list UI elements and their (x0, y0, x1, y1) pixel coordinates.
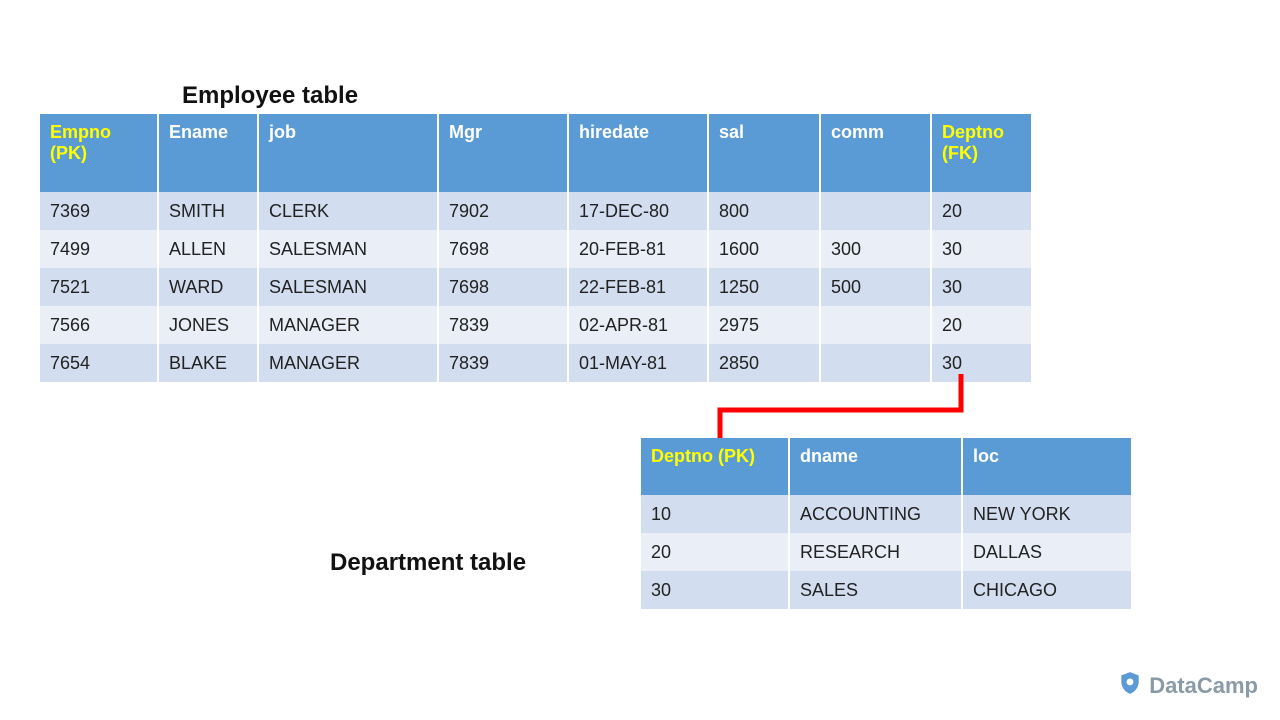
col-ename: Ename (158, 114, 258, 192)
table-cell: DALLAS (962, 533, 1131, 571)
table-cell: 02-APR-81 (568, 306, 708, 344)
table-cell: MANAGER (258, 344, 438, 382)
table-row: 7521WARDSALESMAN769822-FEB-81125050030 (40, 268, 1031, 306)
col-deptno: Deptno (FK) (931, 114, 1031, 192)
brand-text: DataCamp (1149, 673, 1258, 699)
datacamp-logo: DataCamp (1117, 670, 1258, 702)
table-cell: SALES (789, 571, 962, 609)
col-hiredate: hiredate (568, 114, 708, 192)
col-sal: sal (708, 114, 820, 192)
department-table-body: 10ACCOUNTINGNEW YORK20RESEARCHDALLAS30SA… (641, 495, 1131, 609)
table-cell: 300 (820, 230, 931, 268)
table-cell: 20 (641, 533, 789, 571)
table-cell: CHICAGO (962, 571, 1131, 609)
table-cell: 10 (641, 495, 789, 533)
department-table-title: Department table (330, 549, 526, 577)
employee-table-title: Employee table (182, 82, 358, 110)
table-cell: MANAGER (258, 306, 438, 344)
table-cell: SALESMAN (258, 230, 438, 268)
table-cell: 20 (931, 306, 1031, 344)
table-cell (820, 344, 931, 382)
table-cell: 7698 (438, 268, 568, 306)
table-cell: JONES (158, 306, 258, 344)
table-row: 7499ALLENSALESMAN769820-FEB-81160030030 (40, 230, 1031, 268)
table-cell (820, 192, 931, 230)
table-cell: 20 (931, 192, 1031, 230)
table-row: 30SALESCHICAGO (641, 571, 1131, 609)
col-deptno-pk: Deptno (PK) (641, 438, 789, 495)
table-cell: 7521 (40, 268, 158, 306)
table-cell: 7839 (438, 344, 568, 382)
table-cell: SALESMAN (258, 268, 438, 306)
table-cell: WARD (158, 268, 258, 306)
table-cell: 01-MAY-81 (568, 344, 708, 382)
table-cell: 22-FEB-81 (568, 268, 708, 306)
table-cell: 7499 (40, 230, 158, 268)
table-cell: 2850 (708, 344, 820, 382)
employee-table-body: 7369SMITHCLERK790217-DEC-80800207499ALLE… (40, 192, 1031, 382)
table-row: 7566JONESMANAGER783902-APR-812975 20 (40, 306, 1031, 344)
table-cell: 30 (931, 230, 1031, 268)
col-loc: loc (962, 438, 1131, 495)
table-cell: NEW YORK (962, 495, 1131, 533)
department-header-row: Deptno (PK) dname loc (641, 438, 1131, 495)
table-cell: 7902 (438, 192, 568, 230)
table-cell: CLERK (258, 192, 438, 230)
table-cell: 30 (641, 571, 789, 609)
shield-icon (1117, 670, 1143, 702)
col-mgr: Mgr (438, 114, 568, 192)
table-row: 10ACCOUNTINGNEW YORK (641, 495, 1131, 533)
table-cell: ALLEN (158, 230, 258, 268)
table-cell: 7839 (438, 306, 568, 344)
table-cell: RESEARCH (789, 533, 962, 571)
table-cell: SMITH (158, 192, 258, 230)
table-cell: 7698 (438, 230, 568, 268)
col-job: job (258, 114, 438, 192)
table-cell: 30 (931, 344, 1031, 382)
table-cell: 800 (708, 192, 820, 230)
col-comm: comm (820, 114, 931, 192)
department-table: Deptno (PK) dname loc 10ACCOUNTINGNEW YO… (641, 438, 1131, 609)
table-cell: 500 (820, 268, 931, 306)
table-cell: 1600 (708, 230, 820, 268)
employee-header-row: Empno (PK) Ename job Mgr hiredate sal co… (40, 114, 1031, 192)
table-cell: 17-DEC-80 (568, 192, 708, 230)
table-cell (820, 306, 931, 344)
table-cell: BLAKE (158, 344, 258, 382)
table-cell: 30 (931, 268, 1031, 306)
employee-table: Empno (PK) Ename job Mgr hiredate sal co… (40, 114, 1031, 382)
table-cell: 7654 (40, 344, 158, 382)
table-row: 20RESEARCHDALLAS (641, 533, 1131, 571)
table-cell: 7566 (40, 306, 158, 344)
table-cell: 20-FEB-81 (568, 230, 708, 268)
table-cell: ACCOUNTING (789, 495, 962, 533)
table-cell: 1250 (708, 268, 820, 306)
table-row: 7369SMITHCLERK790217-DEC-80800 20 (40, 192, 1031, 230)
table-cell: 2975 (708, 306, 820, 344)
table-cell: 7369 (40, 192, 158, 230)
col-empno: Empno (PK) (40, 114, 158, 192)
col-dname: dname (789, 438, 962, 495)
table-row: 7654BLAKEMANAGER783901-MAY-812850 30 (40, 344, 1031, 382)
